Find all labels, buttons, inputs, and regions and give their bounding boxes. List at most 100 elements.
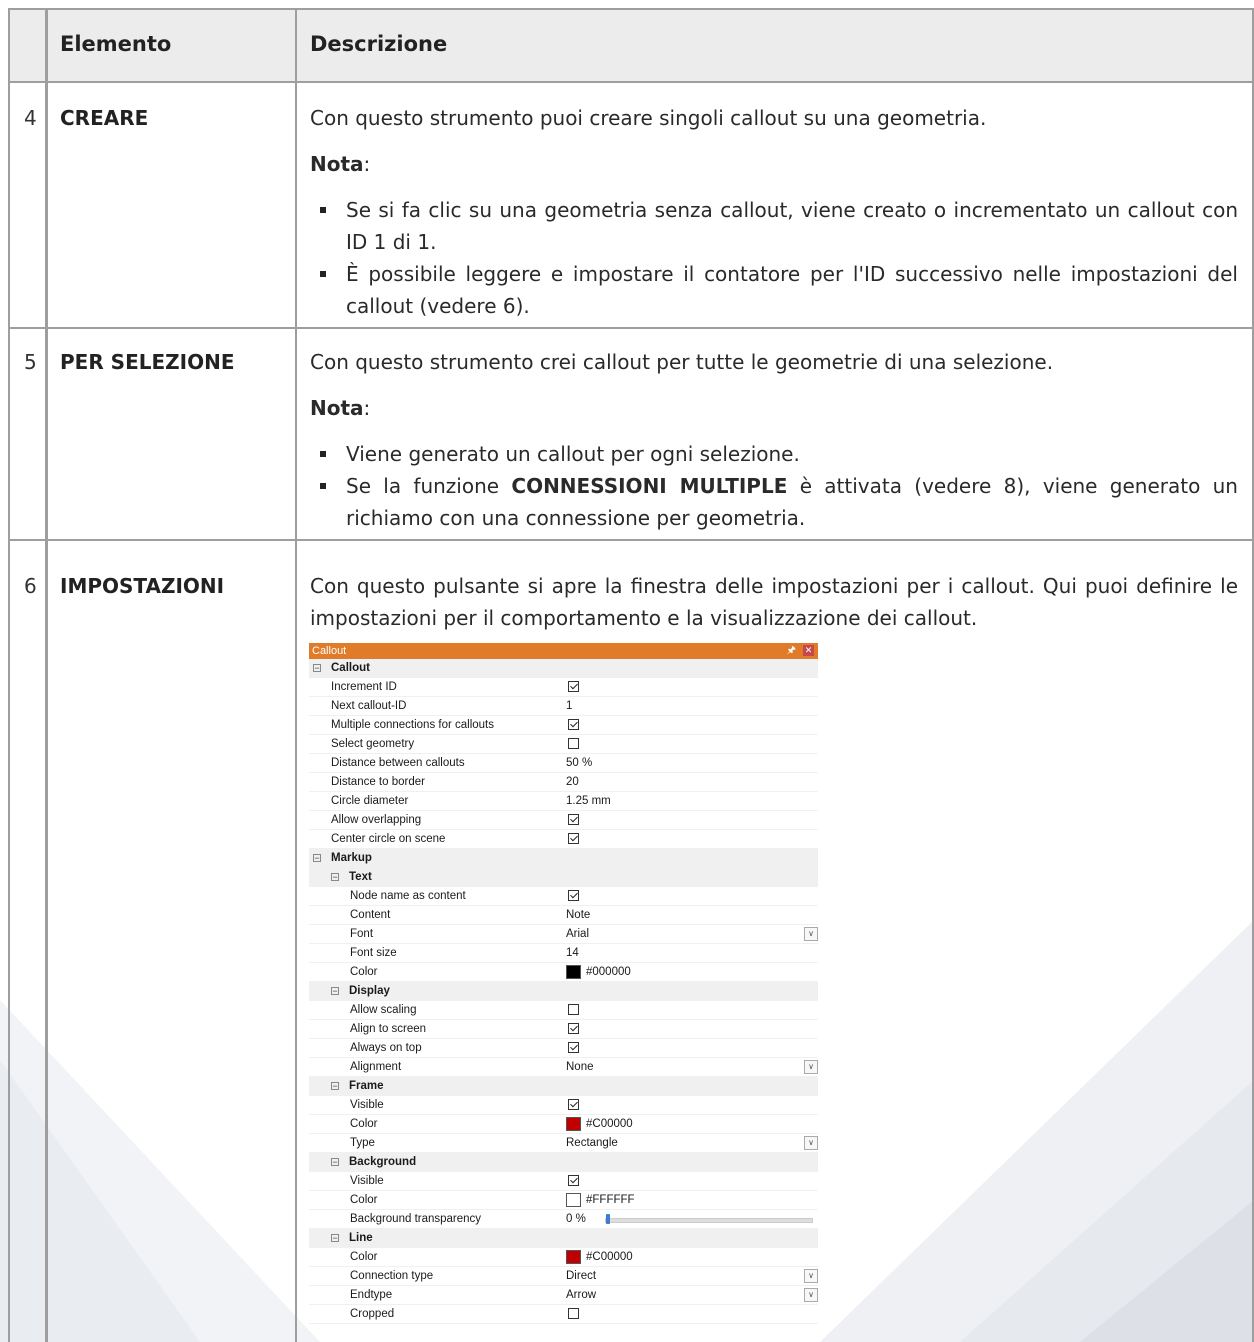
property-row[interactable]: Center circle on scene [309, 830, 818, 849]
property-row[interactable]: Next callout-ID 1 [309, 697, 818, 716]
property-name: Distance to border [331, 776, 425, 788]
property-name: Allow overlapping [331, 814, 422, 826]
category-label: Frame [349, 1080, 384, 1092]
property-value[interactable]: #000000 [586, 963, 631, 982]
property-value[interactable]: 50 % [566, 754, 592, 773]
checkbox[interactable] [568, 1004, 579, 1015]
property-category[interactable]: − Background [309, 1153, 818, 1172]
property-row[interactable]: Align to screen [309, 1020, 818, 1039]
property-name: Allow scaling [350, 1004, 417, 1016]
property-row[interactable]: Node name as content [309, 887, 818, 906]
collapse-icon[interactable]: − [331, 1158, 339, 1167]
checkbox[interactable] [568, 719, 579, 730]
property-row[interactable]: Connection type Direct ∨ [309, 1267, 818, 1286]
collapse-icon[interactable]: − [331, 987, 339, 996]
property-row[interactable]: Endtype Arrow ∨ [309, 1286, 818, 1305]
property-value[interactable]: Note [566, 906, 590, 925]
property-row[interactable]: Color #C00000 [309, 1115, 818, 1134]
collapse-icon[interactable]: − [331, 1082, 339, 1091]
property-value[interactable]: 1.25 mm [566, 792, 611, 811]
property-select[interactable]: Direct [566, 1267, 596, 1286]
property-row[interactable]: Multiple connections for callouts [309, 716, 818, 735]
chevron-down-icon[interactable]: ∨ [804, 1136, 818, 1150]
checkbox[interactable] [568, 833, 579, 844]
property-row[interactable]: Alignment None ∨ [309, 1058, 818, 1077]
collapse-icon[interactable]: − [313, 664, 321, 673]
property-select[interactable]: Arrow [566, 1286, 596, 1305]
chevron-down-icon[interactable]: ∨ [804, 1269, 818, 1283]
property-row[interactable]: Font size 14 [309, 944, 818, 963]
color-swatch[interactable] [566, 1193, 581, 1207]
row-description: Con questo strumento puoi creare singoli… [310, 102, 1238, 322]
row-description: Con questo strumento crei callout per tu… [310, 346, 1238, 534]
property-value[interactable]: #FFFFFF [586, 1191, 635, 1210]
checkbox[interactable] [568, 1175, 579, 1186]
panel-titlebar: Callout 🖈 ✕ [309, 643, 818, 659]
checkbox[interactable] [568, 1023, 579, 1034]
property-row[interactable]: Cropped [309, 1305, 818, 1324]
property-value[interactable]: 14 [566, 944, 579, 963]
row-description: Con questo pulsante si apre la finestra … [310, 570, 1238, 634]
property-row[interactable]: Content Note [309, 906, 818, 925]
close-icon[interactable]: ✕ [803, 645, 814, 656]
property-value[interactable]: 20 [566, 773, 579, 792]
property-select[interactable]: None [566, 1058, 594, 1077]
checkbox[interactable] [568, 1099, 579, 1110]
chevron-down-icon[interactable]: ∨ [804, 927, 818, 941]
property-category[interactable]: − Text [309, 868, 818, 887]
property-category[interactable]: − Markup [309, 849, 818, 868]
property-value[interactable]: 1 [566, 697, 572, 716]
checkbox[interactable] [568, 1308, 579, 1319]
note-label: Nota [310, 152, 364, 176]
color-swatch[interactable] [566, 1117, 581, 1131]
property-name: Color [350, 1251, 378, 1263]
collapse-icon[interactable]: − [313, 854, 321, 863]
property-row[interactable]: Allow scaling [309, 1001, 818, 1020]
property-value[interactable]: 0 % [566, 1210, 586, 1229]
property-row[interactable]: Always on top [309, 1039, 818, 1058]
property-value[interactable]: #C00000 [586, 1248, 633, 1267]
property-select[interactable]: Arial [566, 925, 589, 944]
property-category[interactable]: − Display [309, 982, 818, 1001]
slider-track[interactable] [605, 1218, 813, 1223]
property-row[interactable]: Color #C00000 [309, 1248, 818, 1267]
collapse-icon[interactable]: − [331, 1234, 339, 1243]
note-colon: : [363, 152, 371, 176]
slider-thumb[interactable] [606, 1214, 610, 1224]
property-category[interactable]: − Frame [309, 1077, 818, 1096]
property-category[interactable]: − Line [309, 1229, 818, 1248]
pin-icon[interactable]: 🖈 [787, 643, 796, 659]
property-name: Visible [350, 1099, 384, 1111]
property-row[interactable]: Visible [309, 1096, 818, 1115]
note-colon: : [363, 396, 371, 420]
collapse-icon[interactable]: − [331, 873, 339, 882]
checkbox[interactable] [568, 814, 579, 825]
checkbox[interactable] [568, 738, 579, 749]
chevron-down-icon[interactable]: ∨ [804, 1060, 818, 1074]
property-row[interactable]: Increment ID [309, 678, 818, 697]
property-name: Select geometry [331, 738, 415, 750]
property-row[interactable]: Font Arial ∨ [309, 925, 818, 944]
property-category[interactable]: − Callout [309, 659, 818, 678]
property-row[interactable]: Distance to border 20 [309, 773, 818, 792]
property-row[interactable]: Select geometry [309, 735, 818, 754]
property-select[interactable]: Rectangle [566, 1134, 618, 1153]
property-name: Center circle on scene [331, 833, 446, 845]
checkbox[interactable] [568, 1042, 579, 1053]
checkbox[interactable] [568, 890, 579, 901]
property-row[interactable]: Background transparency 0 % [309, 1210, 818, 1229]
property-row[interactable]: Circle diameter 1.25 mm [309, 792, 818, 811]
chevron-down-icon[interactable]: ∨ [804, 1288, 818, 1302]
property-row[interactable]: Type Rectangle ∨ [309, 1134, 818, 1153]
property-row[interactable]: Color #000000 [309, 963, 818, 982]
checkbox[interactable] [568, 681, 579, 692]
property-name: Endtype [350, 1289, 393, 1301]
color-swatch[interactable] [566, 965, 581, 979]
color-swatch[interactable] [566, 1250, 581, 1264]
property-value[interactable]: #C00000 [586, 1115, 633, 1134]
property-row[interactable]: Allow overlapping [309, 811, 818, 830]
property-name: Color [350, 966, 378, 978]
property-row[interactable]: Color #FFFFFF [309, 1191, 818, 1210]
property-row[interactable]: Visible [309, 1172, 818, 1191]
property-row[interactable]: Distance between callouts 50 % [309, 754, 818, 773]
